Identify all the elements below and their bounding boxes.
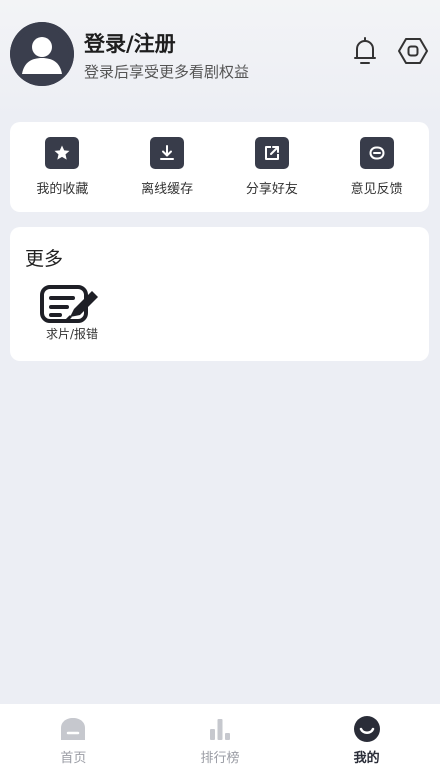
user-avatar-icon <box>10 22 74 86</box>
offline-cache-label: 离线缓存 <box>141 182 194 197</box>
share-friends-button[interactable]: 分享好友 <box>220 122 325 212</box>
login-benefit-text: 登录后享受更多看剧权益 <box>84 63 250 81</box>
nav-mine-label: 我的 <box>353 751 380 766</box>
feedback-button[interactable]: 意见反馈 <box>324 122 429 212</box>
request-report-label: 求片/报错 <box>45 327 99 341</box>
bottom-nav: 首页 排行榜 我的 <box>0 704 440 770</box>
star-icon <box>45 137 80 169</box>
home-icon <box>61 718 86 740</box>
message-icon <box>359 137 394 169</box>
nav-mine[interactable]: 我的 <box>293 704 440 770</box>
nav-home[interactable]: 首页 <box>0 704 147 770</box>
share-friends-label: 分享好友 <box>245 182 298 197</box>
profile-face-icon <box>353 716 380 742</box>
feedback-label: 意见反馈 <box>350 182 403 197</box>
settings-icon[interactable] <box>396 34 430 68</box>
nav-ranking[interactable]: 排行榜 <box>147 704 294 770</box>
download-icon <box>150 137 185 169</box>
avatar[interactable] <box>10 22 74 86</box>
favorites-label: 我的收藏 <box>36 182 89 197</box>
quick-actions-card: 我的收藏 离线缓存 分享好友 意见反馈 <box>10 122 429 212</box>
login-register-link[interactable]: 登录/注册 <box>84 28 176 58</box>
offline-cache-button[interactable]: 离线缓存 <box>115 122 220 212</box>
bell-icon[interactable] <box>348 34 382 68</box>
nav-ranking-label: 排行榜 <box>200 751 240 766</box>
share-icon <box>254 137 289 169</box>
bar-chart-icon <box>210 719 230 740</box>
favorites-button[interactable]: 我的收藏 <box>10 122 115 212</box>
more-card: 更多 求片/报错 <box>10 227 429 361</box>
more-section-title: 更多 <box>25 248 64 270</box>
profile-header: 登录/注册 登录后享受更多看剧权益 <box>0 0 440 110</box>
edit-document-icon <box>40 285 98 323</box>
nav-home-label: 首页 <box>60 751 87 766</box>
request-report-button[interactable]: 求片/报错 <box>38 285 106 349</box>
